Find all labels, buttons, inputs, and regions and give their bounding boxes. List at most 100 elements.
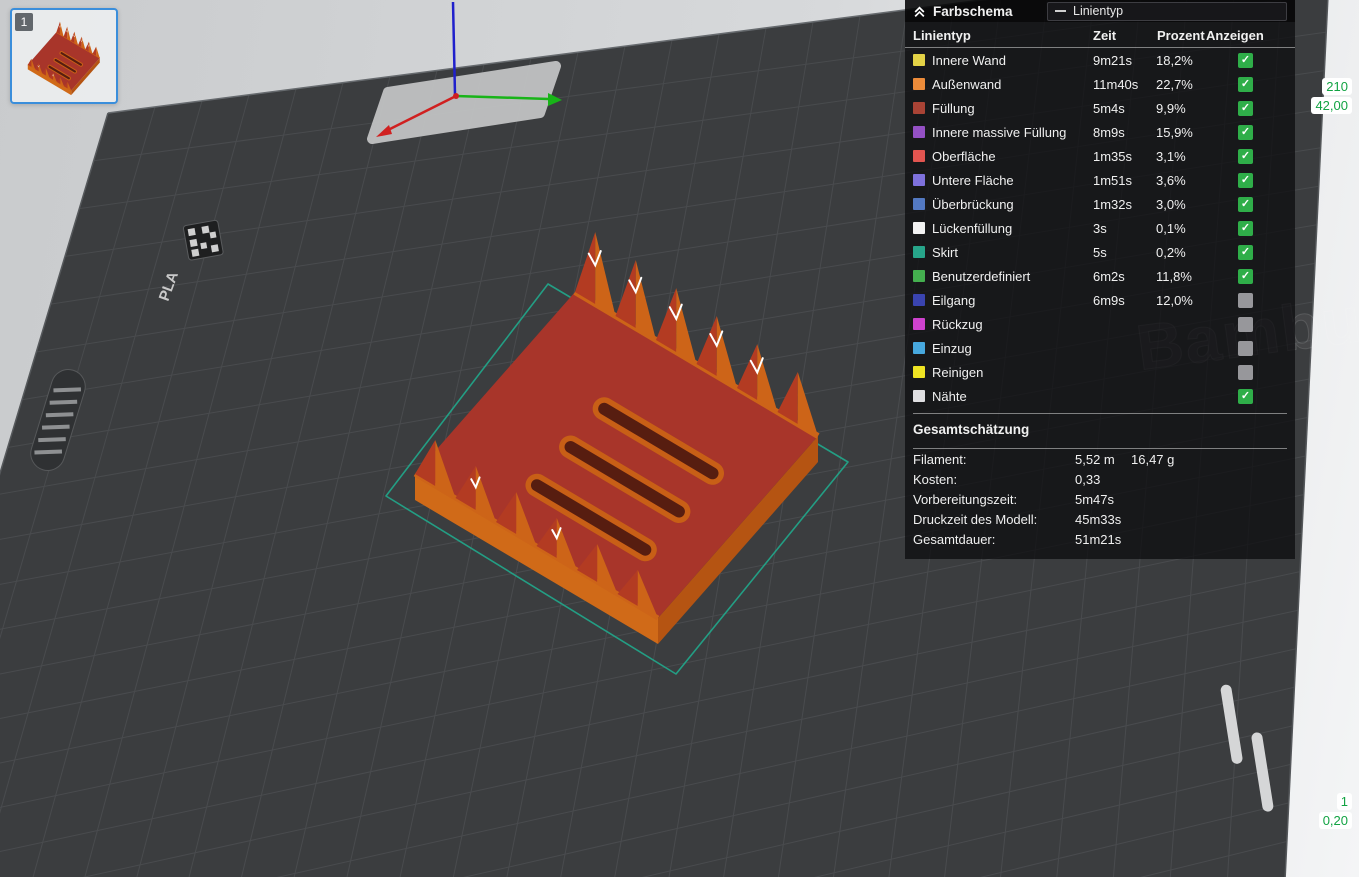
- legend-row: Oberfläche 1m35s 3,1%: [905, 144, 1295, 168]
- summary-label: Druckzeit des Modell:: [913, 511, 1038, 527]
- line-type-color-chip: [913, 150, 925, 162]
- preview-legend-panel: Farbschema Linientyp Linientyp Zeit Proz…: [905, 0, 1295, 559]
- summary-label: Filament:: [913, 451, 967, 467]
- panel-title: Farbschema: [933, 3, 1013, 19]
- line-type-visibility-checkbox[interactable]: [1238, 100, 1253, 116]
- legend-row: Außenwand 11m40s 22,7%: [905, 72, 1295, 96]
- line-type-time: 6m9s: [1093, 292, 1125, 308]
- summary-row: Kosten: 0,33: [905, 469, 1295, 489]
- line-type-visibility-checkbox[interactable]: [1238, 292, 1253, 308]
- line-type-visibility-checkbox[interactable]: [1238, 76, 1253, 92]
- line-type-visibility-checkbox[interactable]: [1238, 148, 1253, 164]
- legend-rows: Innere Wand 9m21s 18,2% Außenwand 11m40s 22,7…: [905, 48, 1295, 408]
- line-type-color-chip: [913, 54, 925, 66]
- legend-row: Reinigen: [905, 360, 1295, 384]
- line-type-label: Rückzug: [932, 316, 983, 332]
- legend-row: Füllung 5m4s 9,9%: [905, 96, 1295, 120]
- line-type-time: 1m35s: [1093, 148, 1133, 164]
- legend-row: Einzug: [905, 336, 1295, 360]
- line-type-color-chip: [913, 318, 925, 330]
- line-type-percent: 0,1%: [1156, 220, 1186, 236]
- legend-row: Eilgang 6m9s 12,0%: [905, 288, 1295, 312]
- line-type-visibility-checkbox[interactable]: [1238, 172, 1253, 188]
- line-type-visibility-checkbox[interactable]: [1238, 52, 1253, 68]
- legend-row: Lückenfüllung 3s 0,1%: [905, 216, 1295, 240]
- legend-table-header: Linientyp Zeit Prozent Anzeigen: [905, 22, 1295, 48]
- line-type-color-chip: [913, 270, 925, 282]
- line-type-label: Nähte: [932, 388, 967, 404]
- line-type-label: Innere massive Füllung: [932, 124, 1067, 140]
- line-type-visibility-checkbox[interactable]: [1238, 388, 1253, 404]
- line-type-label: Skirt: [932, 244, 958, 260]
- summary-value: 45m33s: [1075, 511, 1122, 527]
- line-type-percent: 0,2%: [1156, 244, 1186, 260]
- origin-point: [453, 93, 459, 99]
- line-type-time: 5m4s: [1093, 100, 1125, 116]
- legend-header: Farbschema Linientyp: [905, 0, 1295, 22]
- line-type-visibility-checkbox[interactable]: [1238, 340, 1253, 356]
- line-type-visibility-checkbox[interactable]: [1238, 220, 1253, 236]
- summary-row: Vorbereitungszeit: 5m47s: [905, 489, 1295, 509]
- line-type-visibility-checkbox[interactable]: [1238, 364, 1253, 380]
- line-type-color-chip: [913, 366, 925, 378]
- line-type-color-chip: [913, 294, 925, 306]
- bottom-layer-number: 1: [1336, 793, 1352, 810]
- plate-thumbnail[interactable]: 1: [10, 8, 118, 104]
- summary-rows: Filament: 5,52 m 16,47 g Kosten: 0,33 Vorbere…: [905, 449, 1295, 549]
- summary-value: 5,52 m: [1075, 451, 1115, 467]
- legend-row: Untere Fläche 1m51s 3,6%: [905, 168, 1295, 192]
- summary-value: 5m47s: [1075, 491, 1115, 507]
- plate-qr-marker: [182, 219, 224, 261]
- line-type-label: Überbrückung: [932, 196, 1014, 212]
- plate-number-badge: 1: [15, 13, 33, 31]
- line-type-label: Untere Fläche: [932, 172, 1014, 188]
- line-type-visibility-checkbox[interactable]: [1238, 268, 1253, 284]
- line-type-time: 11m40s: [1093, 76, 1139, 92]
- line-type-percent: 11,8%: [1156, 268, 1192, 284]
- line-type-time: 5s: [1093, 244, 1107, 260]
- legend-row: Nähte: [905, 384, 1295, 408]
- line-type-color-chip: [913, 390, 925, 402]
- top-layer-height: 42,00: [1311, 97, 1352, 114]
- summary-value-2: [1131, 492, 1287, 507]
- summary-value: 0,33: [1075, 471, 1101, 487]
- line-type-percent: 12,0%: [1156, 292, 1193, 308]
- summary-label: Vorbereitungszeit:: [913, 491, 1018, 507]
- 3d-viewport[interactable]: Bambu Cool Plate PLA: [0, 0, 1359, 877]
- line-type-visibility-checkbox[interactable]: [1238, 124, 1253, 140]
- line-type-color-chip: [913, 222, 925, 234]
- col-header-linientyp: Linientyp: [913, 28, 971, 43]
- summary-row: Filament: 5,52 m 16,47 g: [905, 449, 1295, 469]
- top-layer-number: 210: [1322, 78, 1352, 95]
- line-type-time: 1m51s: [1093, 172, 1133, 188]
- line-type-color-chip: [913, 198, 925, 210]
- line-type-percent: 9,9%: [1156, 100, 1186, 116]
- layer-slider-top-readout: 210 42,00: [1300, 78, 1352, 116]
- summary-label: Gesamtdauer:: [913, 531, 996, 547]
- collapse-icon[interactable]: [913, 5, 926, 18]
- legend-row: Benutzerdefiniert 6m2s 11,8%: [905, 264, 1295, 288]
- line-type-percent: 3,1%: [1156, 148, 1186, 164]
- line-type-visibility-checkbox[interactable]: [1238, 244, 1253, 260]
- line-type-color-chip: [913, 174, 925, 186]
- line-type-percent: 3,6%: [1156, 172, 1186, 188]
- line-type-label: Reinigen: [932, 364, 984, 380]
- col-header-zeit: Zeit: [1093, 28, 1117, 43]
- line-type-time: 1m32s: [1093, 196, 1133, 212]
- summary-title: Gesamtschätzung: [913, 422, 1030, 437]
- line-type-visibility-checkbox[interactable]: [1238, 316, 1253, 332]
- line-type-label: Außenwand: [932, 76, 1002, 92]
- summary-label: Kosten:: [913, 471, 958, 487]
- plate-thumbnail-model: [27, 21, 101, 96]
- line-type-time: 8m9s: [1093, 124, 1125, 140]
- line-type-color-chip: [913, 342, 925, 354]
- legend-row: Skirt 5s 0,2%: [905, 240, 1295, 264]
- line-type-label: Einzug: [932, 340, 972, 356]
- line-type-visibility-checkbox[interactable]: [1238, 196, 1253, 212]
- bottom-layer-height: 0,20: [1318, 812, 1352, 829]
- line-type-color-chip: [913, 102, 925, 114]
- legend-row: Überbrückung 1m32s 3,0%: [905, 192, 1295, 216]
- line-type-label: Füllung: [932, 100, 975, 116]
- line-type-time: 3s: [1093, 220, 1107, 236]
- color-scheme-dropdown[interactable]: Linientyp: [1047, 1, 1287, 21]
